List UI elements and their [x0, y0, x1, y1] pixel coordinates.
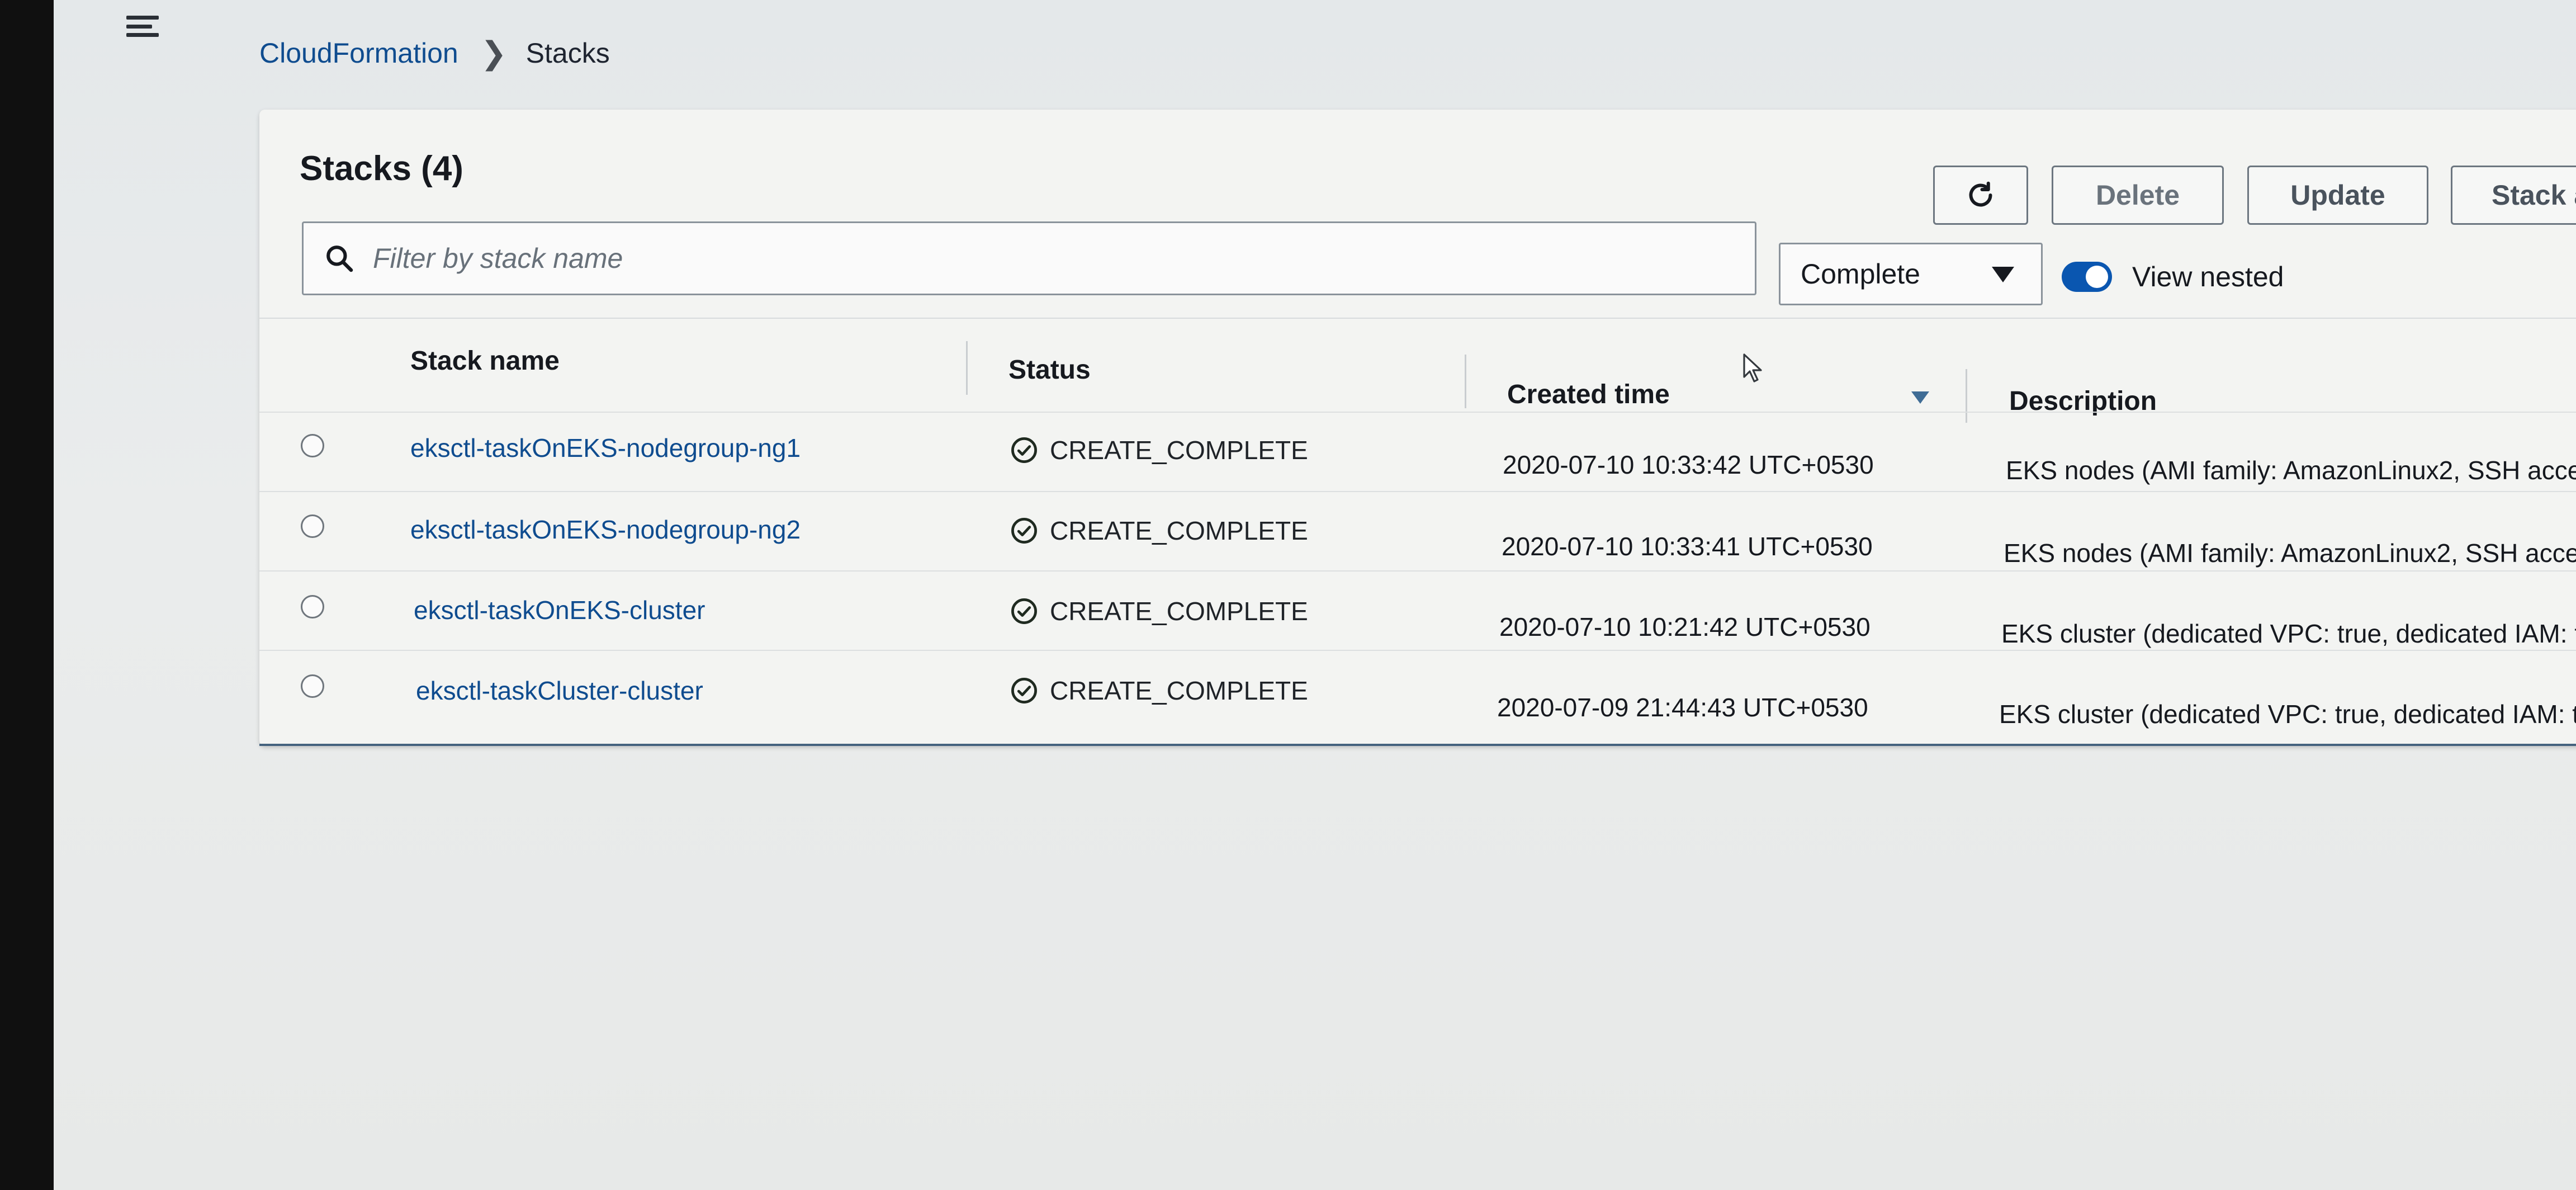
status-cell: CREATE_COMPLETE — [1010, 676, 1308, 706]
check-circle-icon — [1011, 437, 1037, 463]
stacks-panel: Stacks (4) Delete Update Stack actic Com… — [259, 110, 2576, 746]
sort-down-icon[interactable] — [1911, 391, 1929, 404]
created-time: 2020-07-09 21:44:43 UTC+0530 — [1497, 693, 1868, 722]
hamburger-menu-icon[interactable] — [126, 12, 159, 40]
mouse-cursor-icon — [1743, 353, 1762, 382]
column-divider — [1465, 355, 1466, 408]
check-circle-icon — [1011, 598, 1037, 624]
column-divider — [966, 341, 968, 395]
stack-name-link[interactable]: eksctl-taskOnEKS-nodegroup-ng2 — [410, 514, 801, 545]
search-input[interactable] — [372, 242, 1660, 275]
table-row[interactable]: eksctl-taskOnEKS-nodegroup-ng1 CREATE_CO… — [259, 412, 2576, 492]
status-text: CREATE_COMPLETE — [1050, 676, 1308, 705]
status-filter-value: Complete — [1801, 258, 1920, 290]
created-time: 2020-07-10 10:21:42 UTC+0530 — [1499, 612, 1871, 641]
status-text: CREATE_COMPLETE — [1050, 436, 1308, 465]
table-header: Stack name Status Created time Descripti… — [259, 318, 2576, 425]
chevron-right-icon: ❯ — [480, 35, 507, 70]
stack-name-link[interactable]: eksctl-taskOnEKS-nodegroup-ng1 — [410, 433, 801, 463]
breadcrumb-current: Stacks — [525, 37, 610, 69]
search-icon — [326, 245, 353, 272]
row-radio-button[interactable] — [301, 514, 324, 538]
stack-count: (4) — [421, 149, 463, 188]
stack-name-link[interactable]: eksctl-taskOnEKS-cluster — [414, 595, 705, 625]
status-text: CREATE_COMPLETE — [1050, 516, 1308, 545]
column-header-created-time[interactable]: Created time — [1507, 379, 1670, 410]
table-row[interactable]: eksctl-taskOnEKS-nodegroup-ng2 CREATE_CO… — [259, 491, 2576, 572]
created-time: 2020-07-10 10:33:41 UTC+0530 — [1502, 532, 1873, 561]
row-radio-button[interactable] — [301, 434, 324, 457]
column-header-status[interactable]: Status — [1008, 355, 1091, 385]
search-field[interactable] — [302, 221, 1756, 295]
refresh-icon — [1969, 181, 1992, 207]
view-nested-label: View nested — [2132, 261, 2284, 292]
table-bottom-border — [259, 744, 2576, 746]
console-screen: CloudFormation ❯ Stacks Stacks (4) Delet… — [54, 0, 2576, 1190]
created-time: 2020-07-10 10:33:42 UTC+0530 — [1503, 450, 1874, 479]
stack-description: EKS nodes (AMI family: AmazonLinux2, SSH… — [2006, 456, 2576, 485]
status-cell: CREATE_COMPLETE — [1010, 516, 1308, 546]
update-button[interactable]: Update — [2247, 166, 2428, 225]
row-radio-button[interactable] — [301, 595, 324, 618]
view-nested-toggle[interactable] — [2062, 262, 2112, 292]
stack-actions-button[interactable]: Stack actic — [2451, 166, 2576, 225]
delete-button[interactable]: Delete — [2052, 166, 2224, 225]
status-cell: CREATE_COMPLETE — [1010, 435, 1308, 465]
caret-down-icon — [1992, 267, 2014, 282]
row-radio-button[interactable] — [301, 674, 324, 698]
column-header-stack-name[interactable]: Stack name — [410, 346, 560, 376]
breadcrumb: CloudFormation ❯ Stacks — [259, 35, 610, 72]
panel-title-text: Stacks — [300, 149, 411, 188]
status-filter-select[interactable]: Complete — [1779, 243, 2043, 305]
table-row[interactable]: eksctl-taskOnEKS-cluster CREATE_COMPLETE… — [259, 570, 2576, 651]
refresh-button[interactable] — [1933, 166, 2028, 225]
stack-name-link[interactable]: eksctl-taskCluster-cluster — [416, 676, 703, 706]
status-cell: CREATE_COMPLETE — [1010, 596, 1308, 626]
table-row[interactable]: eksctl-taskCluster-cluster CREATE_COMPLE… — [259, 650, 2576, 730]
stack-description: EKS cluster (dedicated VPC: true, dedica… — [1999, 700, 2576, 729]
status-text: CREATE_COMPLETE — [1050, 597, 1308, 626]
check-circle-icon — [1011, 678, 1037, 703]
check-circle-icon — [1011, 518, 1037, 544]
breadcrumb-cloudformation-link[interactable]: CloudFormation — [259, 37, 458, 69]
stack-description: EKS nodes (AMI family: AmazonLinux2, SSH… — [2004, 539, 2576, 568]
stack-description: EKS cluster (dedicated VPC: true, dedica… — [2001, 619, 2576, 648]
panel-title: Stacks (4) — [300, 149, 463, 188]
